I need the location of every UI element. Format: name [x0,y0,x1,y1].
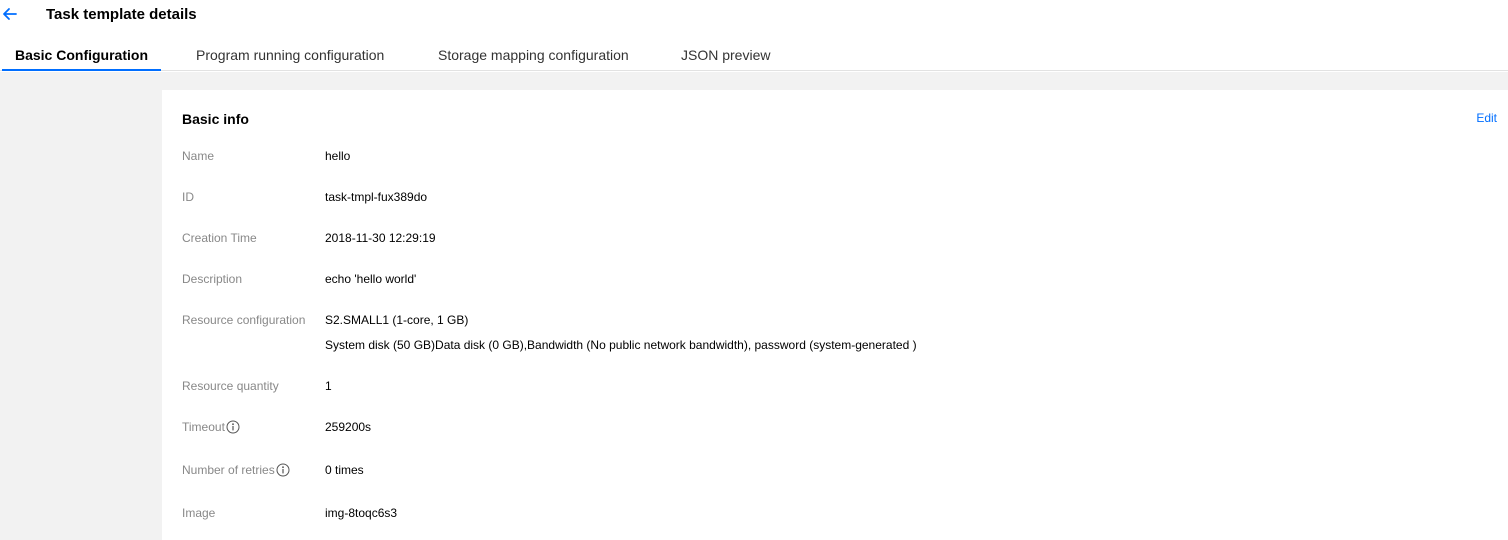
card-title: Basic info [182,111,249,127]
field-value: 259200s [325,420,372,434]
tab-program-running-configuration[interactable]: Program running configuration [196,38,384,71]
field-value: 0 times [325,463,364,477]
field-label: Name [182,149,215,163]
field-value-secondary: System disk (50 GB)Data disk (0 GB),Band… [325,338,917,352]
edit-link[interactable]: Edit [1476,111,1497,125]
field-value: 2018-11-30 12:29:19 [325,231,436,245]
info-circle-icon[interactable] [226,420,240,434]
field-value: 1 [325,379,332,393]
field-label: Description [182,272,243,286]
field-label: ID [182,190,194,204]
info-circle-icon[interactable] [276,463,290,477]
field-value: img-8toqc6s3 [325,506,398,520]
field-label-wrap: Timeout [182,420,240,434]
field-value: task-tmpl-fux389do [325,190,428,204]
tab-basic-configuration[interactable]: Basic Configuration [2,38,161,71]
page-header: Task template details [0,0,1508,32]
field-value: hello [325,149,351,163]
field-label: Image [182,506,216,520]
basic-info-card: Basic info Edit Name hello ID task-tmpl-… [162,90,1508,540]
tab-bar: Basic Configuration Program running conf… [0,38,1508,71]
page: Task template details Basic Configuratio… [0,0,1508,540]
page-title: Task template details [46,6,197,23]
field-label: Number of retries [182,463,275,477]
field-label-wrap: Number of retries [182,463,290,477]
field-label: Resource configuration [182,313,306,327]
field-label: Resource quantity [182,379,279,393]
field-label: Creation Time [182,231,257,245]
arrow-left-icon [3,8,17,20]
field-label: Timeout [182,420,225,434]
field-value: echo 'hello world' [325,272,417,286]
tab-storage-mapping-configuration[interactable]: Storage mapping configuration [438,38,629,71]
tab-json-preview[interactable]: JSON preview [681,38,770,71]
back-button[interactable] [0,4,20,24]
field-value: S2.SMALL1 (1-core, 1 GB) [325,313,469,327]
